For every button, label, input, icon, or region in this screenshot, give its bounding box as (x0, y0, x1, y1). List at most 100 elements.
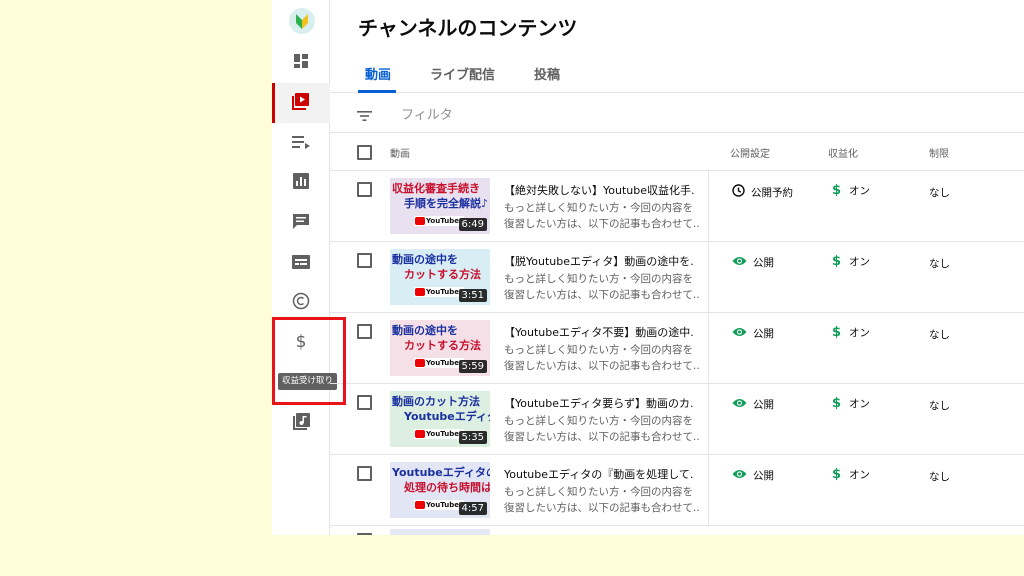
audio-library-icon (292, 412, 310, 434)
visibility-cell[interactable]: 公開 (732, 326, 774, 341)
video-thumbnail[interactable]: 動画の途中を カットする方法 YouTube 3:51 (390, 249, 490, 305)
video-description: もっと詳しく知りたい方・今回の内容を 復習したい方は、以下の記事も合わせて... (504, 413, 700, 445)
monetization-cell[interactable]: $ オン (832, 183, 870, 198)
video-thumbnail[interactable]: 動画の途中を カットする方法 YouTube 5:59 (390, 320, 490, 376)
dollar-icon: $ (832, 467, 842, 482)
monetization-label: オン (849, 398, 871, 410)
monetization-cell[interactable]: $ オン (832, 396, 870, 411)
tab-bar: 動画 ライブ配信 投稿 (330, 56, 1024, 93)
column-visibility[interactable]: 公開設定 (730, 145, 770, 160)
column-divider (708, 455, 709, 525)
sidebar-item-subtitles[interactable] (272, 243, 330, 283)
copyright-icon (292, 292, 310, 314)
video-description-line1: もっと詳しく知りたい方・今回の内容を (504, 273, 693, 285)
thumbnail-caption-line1: 動画の途中を (392, 324, 458, 337)
video-thumbnail-partial (390, 529, 490, 535)
column-monetization[interactable]: 収益化 (828, 145, 858, 160)
studio-window: $ 収益受け取り チャンネルのコンテンツ 動画 ライブ配信 投稿 フィルタ 動画 (272, 0, 1024, 535)
sidebar-item-analytics[interactable] (272, 163, 330, 203)
row-checkbox[interactable] (357, 395, 372, 410)
monetization-label: オン (849, 256, 871, 268)
table-row[interactable]: 動画の途中を カットする方法 YouTube 3:51 【脱Youtubeエディ… (330, 242, 1024, 313)
dollar-icon: $ (832, 183, 842, 198)
video-title[interactable]: 【Youtubeエディタ不要】動画の途中... (504, 324, 694, 340)
filter-icon[interactable] (357, 107, 372, 126)
visibility-cell[interactable]: 公開 (732, 468, 774, 483)
video-duration: 5:35 (458, 431, 487, 444)
visibility-cell[interactable]: 公開 (732, 397, 774, 412)
video-title[interactable]: 【脱Youtubeエディタ】動画の途中を... (504, 253, 694, 269)
video-thumbnail[interactable]: 収益化審査手続き 手順を完全解説♪ YouTube 6:49 (390, 178, 490, 234)
video-description-line2: 復習したい方は、以下の記事も合わせて... (504, 289, 700, 301)
row-checkbox[interactable] (357, 182, 372, 197)
visibility-label: 公開 (753, 328, 774, 340)
monetization-cell[interactable]: $ オン (832, 254, 870, 269)
eye-icon (732, 327, 753, 340)
page-title: チャンネルのコンテンツ (358, 16, 578, 40)
row-checkbox[interactable] (357, 466, 372, 481)
column-divider (708, 384, 709, 454)
sidebar-item-content[interactable] (272, 83, 330, 123)
monetization-label: オン (849, 469, 871, 481)
column-restrictions[interactable]: 制限 (929, 145, 949, 160)
row-checkbox[interactable] (357, 324, 372, 339)
restrictions-cell: なし (929, 329, 950, 341)
channel-logo[interactable] (289, 8, 315, 34)
thumbnail-caption-line1: Youtubeエディタの (392, 466, 490, 479)
clock-icon (732, 184, 751, 200)
thumbnail-caption-line2: カットする方法 (404, 268, 481, 281)
restrictions-cell: なし (929, 187, 950, 199)
video-thumbnail[interactable]: 動画のカット方法 Youtubeエディタ YouTube 5:35 (390, 391, 490, 447)
visibility-cell[interactable]: 公開 (732, 255, 774, 270)
youtube-logo-icon: YouTube (414, 429, 464, 439)
filter-input[interactable]: フィルタ (401, 104, 453, 123)
column-video: 動画 (390, 149, 410, 160)
video-duration: 6:49 (458, 218, 487, 231)
subtitles-icon (292, 254, 310, 273)
video-description-line2: 復習したい方は、以下の記事も合わせて... (504, 502, 700, 514)
highlight-box-earn (272, 317, 346, 405)
visibility-label: 公開 (753, 470, 774, 482)
monetization-cell[interactable]: $ オン (832, 467, 870, 482)
video-title[interactable]: 【Youtubeエディタ要らず】動画のカ... (504, 395, 694, 411)
sidebar-item-audio-library[interactable] (272, 403, 330, 443)
video-thumbnail[interactable]: Youtubeエディタの 処理の待ち時間は YouTube 4:57 (390, 462, 490, 518)
tab-live[interactable]: ライブ配信 (430, 64, 495, 83)
restrictions-cell: なし (929, 400, 950, 412)
sidebar-item-dashboard[interactable] (272, 43, 330, 83)
video-description: もっと詳しく知りたい方・今回の内容を 復習したい方は、以下の記事も合わせて... (504, 342, 700, 374)
content-icon (292, 92, 310, 114)
table-row[interactable]: 収益化審査手続き 手順を完全解説♪ YouTube 6:49 【絶対失敗しない】… (330, 171, 1024, 242)
video-title[interactable]: 【絶対失敗しない】Youtube収益化手... (504, 182, 694, 198)
youtube-logo-icon: YouTube (414, 500, 464, 510)
video-duration: 5:59 (458, 360, 487, 373)
tab-posts[interactable]: 投稿 (534, 64, 560, 83)
tab-videos[interactable]: 動画 (365, 64, 391, 83)
row-checkbox[interactable] (357, 253, 372, 268)
dollar-icon: $ (832, 396, 842, 411)
row-checkbox[interactable] (357, 533, 372, 535)
dashboard-icon (293, 53, 309, 73)
sidebar-item-playlists[interactable] (272, 123, 330, 163)
sidebar-item-comments[interactable] (272, 203, 330, 243)
table-row[interactable]: Youtubeエディタの 処理の待ち時間は YouTube 4:57 Youtu… (330, 455, 1024, 526)
thumbnail-caption-line2: Youtubeエディタ (404, 410, 490, 423)
monetization-cell[interactable]: $ オン (832, 325, 870, 340)
main-content: チャンネルのコンテンツ 動画 ライブ配信 投稿 フィルタ 動画 公開設定 収益化… (330, 0, 1024, 535)
thumbnail-caption-line1: 収益化審査手続き (392, 182, 480, 195)
video-description-line2: 復習したい方は、以下の記事も合わせて... (504, 431, 700, 443)
eye-icon (732, 256, 753, 269)
visibility-label: 公開 (753, 257, 774, 269)
table-row[interactable]: 動画の途中を カットする方法 YouTube 5:59 【Youtubeエディタ… (330, 313, 1024, 384)
youtube-logo-icon: YouTube (414, 287, 464, 297)
select-all-checkbox[interactable] (357, 145, 372, 160)
video-title[interactable]: Youtubeエディタの『動画を処理して... (504, 466, 694, 482)
comments-icon (293, 213, 309, 233)
youtube-logo-icon: YouTube (414, 216, 464, 226)
visibility-cell[interactable]: 公開予約 (732, 184, 793, 200)
analytics-icon (293, 173, 309, 193)
table-row[interactable]: 動画のカット方法 Youtubeエディタ YouTube 5:35 【Youtu… (330, 384, 1024, 455)
thumbnail-caption-line2: 手順を完全解説♪ (404, 197, 489, 210)
eye-icon (732, 398, 753, 411)
video-description-line1: もっと詳しく知りたい方・今回の内容を (504, 202, 693, 214)
